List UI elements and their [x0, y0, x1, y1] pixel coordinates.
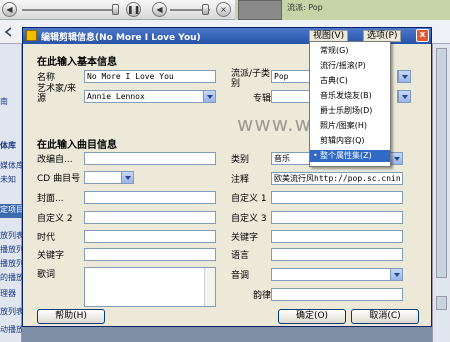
sidebar-item[interactable]: 未知 — [0, 174, 22, 185]
sidebar-item[interactable]: 放列表 — [0, 306, 22, 317]
category-value: 音乐 — [274, 154, 290, 163]
artist-combobox[interactable]: Annie Lennox — [84, 90, 216, 103]
album-field[interactable] — [271, 90, 313, 103]
sidebar-item[interactable]: 的播放 — [0, 272, 22, 283]
help-button[interactable]: 帮助(H) — [37, 309, 105, 324]
language-field[interactable] — [271, 248, 403, 261]
cd-track-combobox[interactable] — [84, 171, 134, 184]
keyword-right-label: 关键字 — [231, 233, 259, 243]
cd-track-label: CD 曲目号 — [37, 174, 81, 184]
custom-2-field[interactable] — [84, 211, 216, 224]
name-label: 名称 — [37, 73, 56, 83]
sidebar-item[interactable]: 理器 — [0, 288, 22, 299]
keyword-left-label: 关键字 — [37, 251, 65, 261]
menu-item-classical[interactable]: 古典(C) — [310, 75, 390, 87]
genre-field[interactable]: Pop — [271, 70, 313, 83]
custom-3-label: 自定义 3 — [231, 214, 267, 224]
keyword-left-field[interactable] — [84, 248, 216, 261]
artist-label: 艺术家/来源 — [37, 84, 77, 104]
chevron-down-icon[interactable] — [390, 269, 402, 280]
library-scrollbar-area — [432, 44, 450, 342]
menu-item-photos[interactable]: 照片/图案(H) — [310, 120, 390, 132]
scroll-down-button[interactable] — [436, 296, 447, 310]
view-dropdown-menu: 常规(G) 流行/摇滚(P) 古典(C) 音乐发烧友(B) 爵士乐剧场(D) 照… — [309, 41, 391, 167]
sidebar-item[interactable]: 定项目 — [0, 204, 22, 218]
sidebar-item[interactable]: 放列表 — [0, 230, 22, 241]
chevron-down-icon[interactable] — [203, 91, 215, 102]
custom-1-field[interactable] — [271, 191, 403, 204]
library-scrollbar[interactable] — [436, 48, 447, 278]
sidebar-item[interactable]: 体库 — [0, 140, 22, 151]
adapted-from-label: 改编自... — [37, 155, 73, 165]
album-label: 专辑 — [253, 94, 272, 104]
library-sidebar: 南 体库 媒体库 未知 定项目 放列表 播放列 播放列 的播放 理器 放列表 动… — [0, 44, 22, 342]
custom-2-label: 自定义 2 — [37, 214, 73, 224]
cancel-button[interactable]: 取消(C) — [351, 309, 419, 324]
seek-bar[interactable] — [22, 9, 117, 11]
chevron-down-icon[interactable] — [121, 172, 133, 183]
genre-label: 流派/子类别 — [231, 69, 271, 89]
seek-knob[interactable] — [112, 4, 119, 15]
cover-label: 封面... — [37, 194, 64, 204]
key-combobox[interactable] — [271, 268, 403, 281]
language-label: 语言 — [231, 251, 250, 261]
player-toolbar: ◀ ❚❚ ◀ × 流派: Pop — [0, 0, 450, 20]
cover-field[interactable] — [84, 191, 216, 204]
artist-value: Annie Lennox — [87, 92, 145, 101]
custom-1-label: 自定义 1 — [231, 194, 267, 204]
sidebar-item[interactable]: 媒体库 — [0, 160, 22, 171]
chevron-down-icon[interactable] — [390, 153, 402, 164]
sidebar-item[interactable]: 播放列 — [0, 258, 22, 269]
basic-info-heading: 在此输入基本信息 — [37, 57, 117, 68]
album-dropdown-tail[interactable] — [397, 90, 411, 103]
custom-3-field[interactable] — [271, 211, 403, 224]
menu-item-audiophile[interactable]: 音乐发烧友(B) — [310, 90, 390, 102]
now-playing-genre: 流派: Pop — [287, 3, 323, 12]
ok-button[interactable]: 确定(O) — [278, 309, 346, 324]
chevron-down-icon[interactable] — [398, 71, 410, 82]
lyrics-label: 歌词 — [37, 270, 56, 280]
volume-icon[interactable]: ◀ — [152, 2, 167, 17]
menu-item-pop-rock[interactable]: 流行/摇滚(P) — [310, 60, 390, 72]
genre-dropdown-tail[interactable] — [397, 70, 411, 83]
menu-item-jazz[interactable]: 爵士乐剧场(D) — [310, 105, 390, 117]
keyword-right-field[interactable] — [271, 230, 403, 243]
previous-icon[interactable]: ◀ — [2, 2, 17, 17]
sidebar-item[interactable]: 播放列 — [0, 244, 22, 255]
category-label: 类别 — [231, 155, 250, 165]
back-icon[interactable] — [4, 27, 14, 37]
album-art-thumbnail — [238, 0, 282, 20]
key-label: 音调 — [231, 271, 250, 281]
app-icon — [26, 30, 37, 41]
volume-knob[interactable] — [202, 4, 209, 15]
comment-label: 注释 — [231, 175, 250, 185]
track-info-heading: 在此输入曲目信息 — [37, 140, 117, 151]
lyrics-scrollbar[interactable] — [204, 268, 215, 306]
rhythm-label: 韵律 — [253, 291, 272, 301]
chevron-down-icon[interactable] — [398, 91, 410, 102]
lyrics-textarea[interactable] — [84, 267, 216, 307]
menu-item-clip-content[interactable]: 剪辑内容(Q) — [310, 135, 390, 147]
sidebar-item[interactable]: 南 — [0, 96, 22, 107]
era-label: 时代 — [37, 233, 56, 243]
close-player-icon[interactable]: × — [216, 2, 231, 17]
comment-field[interactable]: 欧美流行风http://pop.sc.cnin — [271, 172, 403, 185]
menu-item-general[interactable]: 常规(G) — [310, 45, 390, 57]
menu-item-all-properties[interactable]: 整个属性集(Z) — [310, 150, 390, 162]
close-icon[interactable]: x — [416, 29, 429, 42]
adapted-from-field[interactable] — [84, 152, 216, 165]
name-field[interactable]: No More I Love You — [84, 70, 216, 83]
dialog-title: 编辑剪辑信息(No More I Love You) — [41, 33, 201, 43]
rhythm-field[interactable] — [271, 288, 403, 301]
play-pause-icon[interactable]: ❚❚ — [126, 2, 141, 17]
era-field[interactable] — [84, 230, 216, 243]
sidebar-item[interactable]: 动播放列表 — [0, 324, 22, 335]
